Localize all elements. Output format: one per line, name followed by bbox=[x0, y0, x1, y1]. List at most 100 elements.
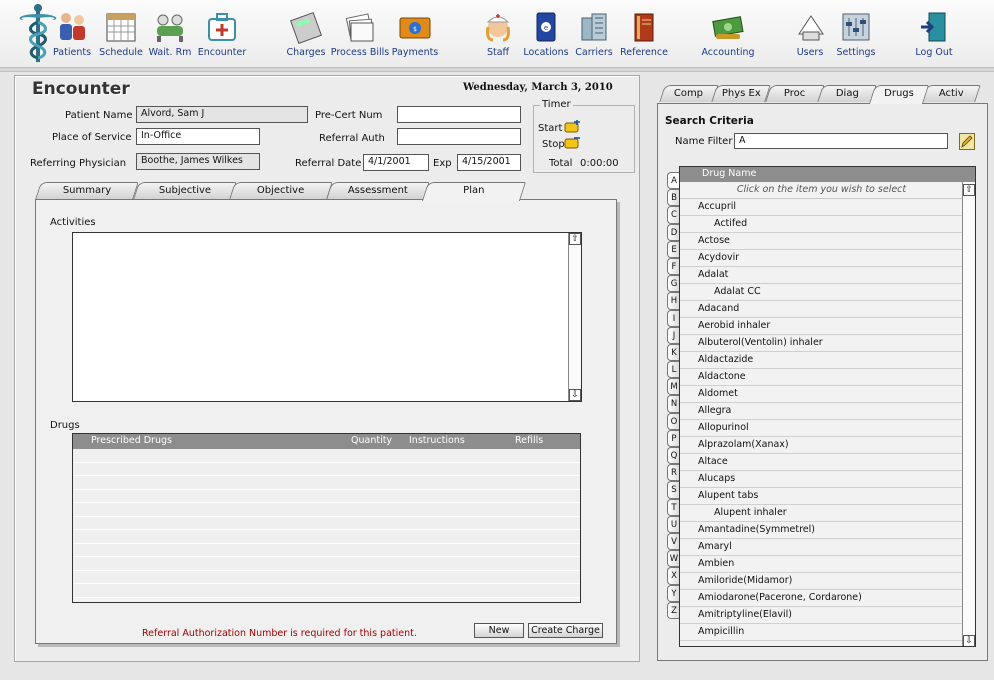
tab-plan[interactable]: Plan bbox=[421, 182, 527, 201]
encounter-icon bbox=[208, 13, 236, 41]
tab-objective[interactable]: Objective bbox=[229, 182, 333, 199]
list-item[interactable]: Amiodarone(Pacerone, Cordarone) bbox=[680, 590, 963, 607]
encounter-panel: Encounter Wednesday, March 3, 2010 Patie… bbox=[14, 75, 640, 662]
create-charge-button[interactable]: Create Charge bbox=[528, 623, 603, 638]
scroll-up-icon[interactable]: ⇧ bbox=[569, 233, 581, 245]
drug-name-list[interactable]: Drug Name Click on the item you wish to … bbox=[679, 166, 976, 647]
list-item[interactable]: Amitriptyline(Elavil) bbox=[680, 607, 963, 624]
referral-auth-label: Referral Auth bbox=[319, 133, 385, 144]
patient-name-label: Patient Name bbox=[65, 110, 133, 121]
tab-subjective[interactable]: Subjective bbox=[133, 182, 237, 199]
list-item[interactable]: Amaryl bbox=[680, 539, 963, 556]
activities-label: Activities bbox=[50, 217, 96, 228]
tab-summary[interactable]: Summary bbox=[35, 182, 139, 199]
toolbar-label: Log Out bbox=[915, 47, 953, 58]
list-item[interactable]: Aldactone bbox=[680, 369, 963, 386]
activities-textarea[interactable]: ⇧ ⇩ bbox=[72, 232, 582, 402]
referring-physician-field[interactable]: Boothe, James Wilkes bbox=[136, 153, 260, 170]
new-button[interactable]: New bbox=[474, 623, 524, 638]
list-item[interactable]: Accupril bbox=[680, 199, 963, 216]
list-item[interactable]: Altace bbox=[680, 454, 963, 471]
calculator-icon bbox=[289, 11, 323, 44]
tab-comp[interactable]: Comp bbox=[659, 85, 719, 102]
tab-assessment[interactable]: Assessment bbox=[326, 182, 430, 199]
waiting-room-icon bbox=[157, 14, 183, 42]
name-filter-label: Name Filter bbox=[675, 136, 733, 147]
list-item[interactable]: Adacand bbox=[680, 301, 963, 318]
table-row[interactable] bbox=[73, 543, 580, 557]
table-row[interactable] bbox=[73, 449, 580, 463]
list-item[interactable]: Allopurinol bbox=[680, 420, 963, 437]
exp-date-field[interactable]: 4/15/2001 bbox=[457, 154, 521, 171]
toolbar-label: Encounter bbox=[197, 47, 247, 58]
table-row[interactable] bbox=[73, 584, 580, 598]
timer-stop-icon[interactable] bbox=[564, 136, 581, 150]
timer-start-icon[interactable] bbox=[564, 120, 581, 134]
list-item[interactable]: Aerobid inhaler bbox=[680, 318, 963, 335]
toolbar-reference-button[interactable]: Reference bbox=[613, 10, 675, 58]
precert-label: Pre-Cert Num bbox=[315, 110, 383, 121]
scroll-down-icon[interactable]: ⇩ bbox=[569, 389, 581, 401]
tab-phys-ex[interactable]: Phys Ex bbox=[711, 85, 771, 102]
scroll-up-icon[interactable]: ⇧ bbox=[963, 184, 975, 196]
table-row[interactable] bbox=[73, 530, 580, 544]
table-row[interactable] bbox=[73, 476, 580, 490]
list-item[interactable]: Actifed bbox=[680, 216, 963, 233]
timer-stop-label: Stop bbox=[542, 139, 565, 150]
list-item[interactable]: Alucaps bbox=[680, 471, 963, 488]
table-row[interactable] bbox=[73, 516, 580, 530]
tab-diag[interactable]: Diag bbox=[817, 85, 877, 102]
drugs-search-panel: Search Criteria Name Filter A ABCDEFGHIJ… bbox=[657, 103, 988, 661]
table-row[interactable] bbox=[73, 557, 580, 571]
table-row[interactable] bbox=[73, 503, 580, 517]
referral-date-field[interactable]: 4/1/2001 bbox=[363, 154, 429, 171]
drug-list-scrollbar[interactable]: ⇧ ⇩ bbox=[962, 182, 975, 646]
list-item[interactable]: Adalat bbox=[680, 267, 963, 284]
place-of-service-label: Place of Service bbox=[52, 132, 132, 143]
list-item[interactable]: Alupent tabs bbox=[680, 488, 963, 505]
list-item[interactable]: Adalat CC bbox=[680, 284, 963, 301]
toolbar-process-bills-button[interactable]: Process Bills bbox=[329, 10, 391, 58]
list-item[interactable]: Alupent inhaler bbox=[680, 505, 963, 522]
toolbar-label: Process Bills bbox=[330, 47, 390, 58]
col-instructions: Instructions bbox=[409, 435, 465, 446]
list-item[interactable]: Allegra bbox=[680, 403, 963, 420]
toolbar-payments-button[interactable]: $ Payments bbox=[384, 10, 446, 58]
table-row[interactable] bbox=[73, 462, 580, 476]
precert-field[interactable] bbox=[397, 106, 521, 123]
tab-activ[interactable]: Activ bbox=[921, 85, 981, 102]
svg-text:e: e bbox=[544, 24, 548, 32]
list-item[interactable]: Aldactazide bbox=[680, 352, 963, 369]
list-item[interactable]: Ampicillin bbox=[680, 624, 963, 641]
list-item[interactable]: Ambien bbox=[680, 556, 963, 573]
activities-scrollbar[interactable]: ⇧ ⇩ bbox=[568, 233, 581, 401]
list-item[interactable]: Albuterol(Ventolin) inhaler bbox=[680, 335, 963, 352]
prescribed-drugs-table[interactable]: Prescribed Drugs Quantity Instructions R… bbox=[72, 433, 581, 603]
toolbar-charges-button[interactable]: Charges bbox=[275, 10, 337, 58]
tab-drugs[interactable]: Drugs bbox=[868, 85, 930, 104]
table-row[interactable] bbox=[73, 489, 580, 503]
referral-auth-field[interactable] bbox=[397, 128, 521, 145]
toolbar-label: Accounting bbox=[701, 47, 755, 58]
list-item[interactable]: Aldomet bbox=[680, 386, 963, 403]
table-row[interactable] bbox=[73, 570, 580, 584]
scroll-down-icon[interactable]: ⇩ bbox=[963, 635, 975, 646]
clear-filter-pencil-icon[interactable] bbox=[959, 133, 975, 150]
col-prescribed-drugs: Prescribed Drugs bbox=[91, 435, 172, 446]
name-filter-input[interactable]: A bbox=[734, 133, 948, 149]
toolbar-accounting-button[interactable]: Accounting bbox=[697, 10, 759, 58]
list-item[interactable]: Alprazolam(Xanax) bbox=[680, 437, 963, 454]
place-of-service-field[interactable]: In-Office bbox=[136, 128, 260, 145]
toolbar-label: Settings bbox=[836, 47, 876, 58]
toolbar-settings-button[interactable]: Settings bbox=[825, 10, 887, 58]
nurse-icon bbox=[486, 14, 510, 42]
list-item[interactable]: Actose bbox=[680, 233, 963, 250]
tab-proc[interactable]: Proc bbox=[765, 85, 825, 102]
toolbar-encounter-button[interactable]: Encounter bbox=[191, 10, 253, 58]
list-item[interactable]: Acydovir bbox=[680, 250, 963, 267]
list-item[interactable]: Amantadine(Symmetrel) bbox=[680, 522, 963, 539]
patient-name-field[interactable]: Alvord, Sam J bbox=[136, 106, 308, 123]
toolbar-log-out-button[interactable]: Log Out bbox=[903, 10, 965, 58]
list-item[interactable]: Amiloride(Midamor) bbox=[680, 573, 963, 590]
payment-card-icon: $ bbox=[399, 17, 431, 39]
